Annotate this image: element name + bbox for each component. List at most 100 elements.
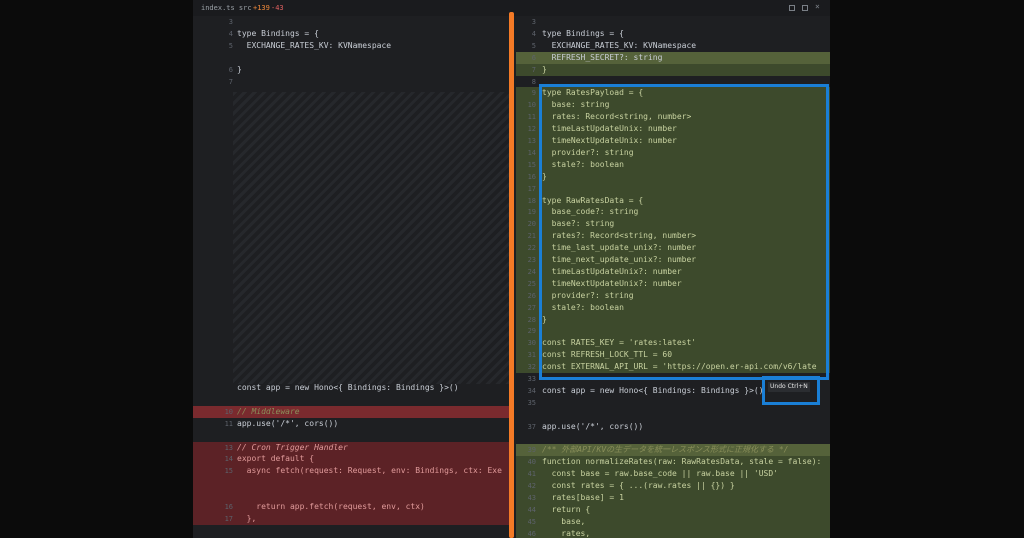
line-number: 11 [224,419,233,428]
code-text: const EXTERNAL_API_URL = 'https://open.e… [542,362,817,372]
code-line[interactable]: 7 [193,76,509,88]
line-number: 29 [527,327,536,336]
code-line[interactable]: 13 timeNextUpdateUnix: number [516,135,830,147]
code-line[interactable]: 3 [516,16,830,28]
code-line[interactable]: 16} [516,170,830,183]
code-line[interactable]: 44 return { [516,503,830,516]
code-line[interactable]: 15 stale?: boolean [516,158,830,171]
line-number: 13 [224,443,233,452]
code-line[interactable]: 22 time_last_update_unix?: number [516,242,830,255]
maximize-icon[interactable] [802,5,808,11]
line-number: 34 [527,386,536,395]
line-number: 5 [531,41,536,50]
code-line[interactable]: 11 app.use('/*', cors()) [193,418,509,430]
code-line[interactable] [193,52,509,64]
code-text: } [542,314,547,324]
code-line[interactable]: 28} [516,313,830,326]
code-line[interactable]: 11 rates: Record<string, number> [516,111,830,124]
code-text: const RATES_KEY = 'rates:latest' [542,338,697,348]
code-line[interactable]: 10 // Middleware [193,405,509,418]
code-text: const REFRESH_LOCK_TTL = 60 [542,350,673,360]
code-line[interactable]: 12 timeLastUpdateUnix: number [516,123,830,136]
code-line[interactable]: 10 base: string [516,99,830,112]
added-count: +139 [253,4,270,12]
code-line[interactable]: 4 type Bindings = { [193,28,509,40]
code-line[interactable]: 3 [193,16,509,28]
code-line[interactable]: 27 stale?: boolean [516,301,830,314]
code-line[interactable]: 14 provider?: string [516,146,830,159]
line-number: 32 [527,363,536,372]
code-text: type Bindings = { [542,28,624,38]
undo-tooltip[interactable]: Undo Ctrl+N [768,382,810,392]
line-number: 6 [531,53,536,62]
code-line[interactable]: 31 const REFRESH_LOCK_TTL = 60 [516,349,830,362]
code-text: stale?: boolean [542,302,624,312]
code-text: /** 外部API/KVの生データを統一レスポンス形式に正規化する */ [542,445,789,455]
code-text: const rates = { ...(raw.rates || {}) } [542,481,735,491]
code-line[interactable]: 16 return app.fetch(request, env, ctx) [193,501,509,513]
code-line[interactable]: const app = new Hono<{ Bindings: Binding… [193,382,509,394]
code-line[interactable]: 42 const rates = { ...(raw.rates || {}) … [516,480,830,493]
code-text: REFRESH_SECRET?: string [542,52,663,62]
code-line[interactable]: 30 const RATES_KEY = 'rates:latest' [516,337,830,350]
code-text: type Bindings = { [237,28,319,38]
code-text: // Cron Trigger Handler [237,442,348,452]
split-view-icon[interactable] [789,5,795,11]
original-pane[interactable]: 3 4 type Bindings = {5 EXCHANGE_RATES_KV: … [193,16,509,538]
pane-divider[interactable] [509,12,514,538]
code-line[interactable]: 4 type Bindings = { [516,28,830,40]
code-line[interactable]: 24 timeLastUpdateUnix?: number [516,265,830,278]
code-line[interactable]: 13 // Cron Trigger Handler [193,441,509,454]
code-line[interactable] [193,394,509,406]
file-tab[interactable]: index.ts src [201,0,252,16]
code-line[interactable]: 41 const base = raw.base_code || raw.bas… [516,468,830,481]
code-line[interactable]: 14 export default { [193,453,509,466]
code-line[interactable]: 26 provider?: string [516,289,830,302]
code-line[interactable]: 25 timeNextUpdateUnix?: number [516,277,830,290]
code-text: }, [237,513,257,523]
code-line[interactable]: 5 EXCHANGE_RATES_KV: KVNamespace [516,40,830,52]
code-text: timeNextUpdateUnix: number [542,136,677,145]
line-number: 43 [527,494,536,502]
line-number: 8 [531,77,536,86]
code-text: time_next_update_unix?: number [542,255,697,264]
code-line[interactable] [193,430,509,442]
code-line[interactable]: 32 const EXTERNAL_API_URL = 'https://open… [516,361,830,374]
code-text: function normalizeRates(raw: RawRatesDat… [542,457,822,467]
code-line[interactable]: 23 time_next_update_unix?: number [516,254,830,266]
modified-pane[interactable]: 3 4 type Bindings = {5 EXCHANGE_RATES_KV: … [516,16,830,538]
code-line[interactable]: 7} [516,63,830,76]
line-number: 11 [527,113,536,122]
code-line[interactable] [193,477,509,490]
line-number: 19 [527,208,536,217]
code-line[interactable] [516,433,830,445]
code-line[interactable] [516,409,830,421]
code-line[interactable]: 29 [516,325,830,338]
line-number: 33 [527,375,536,383]
line-number: 5 [228,41,233,50]
code-text: timeNextUpdateUnix?: number [542,278,682,288]
close-icon[interactable]: × [815,3,823,11]
code-line[interactable]: 6 REFRESH_SECRET?: string [516,51,830,64]
code-line[interactable]: 45 base, [516,515,830,528]
line-number: 7 [531,65,536,74]
code-line[interactable]: 17 }, [193,512,509,525]
code-line[interactable]: 39 /** 外部API/KVの生データを統一レスポンス形式に正規化する */ [516,444,830,457]
code-line[interactable]: 8 [516,76,830,88]
code-line[interactable]: 17 [516,182,830,195]
code-line[interactable]: 46 rates, [516,527,830,538]
code-line[interactable]: 20 base?: string [516,218,830,231]
code-line[interactable]: 40 function normalizeRates(raw: RawRatesD… [516,456,830,469]
code-line[interactable] [193,489,509,502]
code-line[interactable]: 18 type RawRatesData = { [516,194,830,207]
code-line[interactable]: 43 rates[base] = 1 [516,492,830,504]
code-line[interactable]: 21 rates?: Record<string, number> [516,230,830,243]
code-line[interactable]: 15 async fetch(request: Request, env: Bi… [193,465,509,478]
code-line[interactable]: 5 EXCHANGE_RATES_KV: KVNamespace [193,40,509,52]
line-number: 17 [224,514,233,523]
code-line[interactable]: 9 type RatesPayload = { [516,87,830,100]
code-line[interactable]: 37 app.use('/*', cors()) [516,421,830,433]
code-text: const app = new Hono<{ Bindings: Binding… [542,385,764,395]
code-line[interactable]: 6} [193,64,509,76]
code-line[interactable]: 19 base_code?: string [516,206,830,219]
